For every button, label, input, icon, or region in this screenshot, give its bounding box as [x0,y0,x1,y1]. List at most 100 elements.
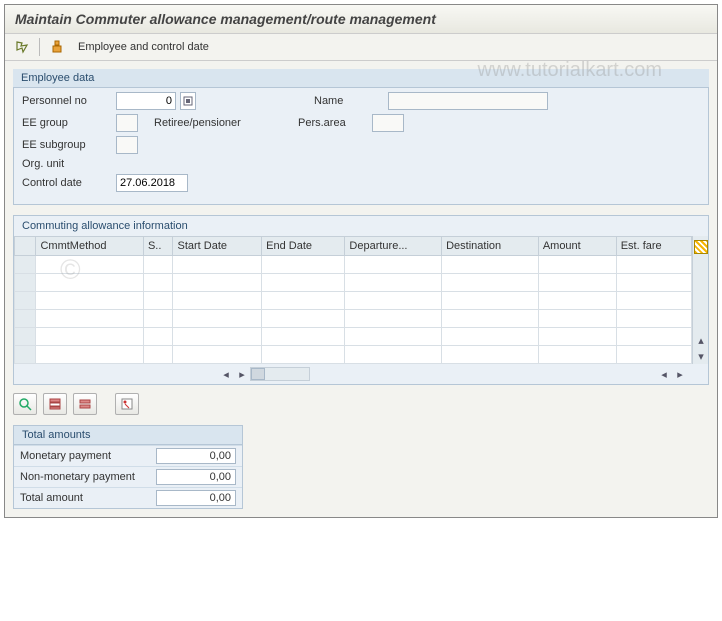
table-cell[interactable] [538,346,616,364]
col-cmmtmethod[interactable]: CmmtMethod [36,237,143,256]
table-cell[interactable] [36,256,143,274]
row-selector[interactable] [15,292,36,310]
col-s[interactable]: S.. [143,237,173,256]
table-cell[interactable] [36,274,143,292]
table-cell[interactable] [173,274,262,292]
nonmonetary-value: 0,00 [156,469,236,485]
hscroll-left2-icon[interactable]: ◂ [656,366,672,382]
table-cell[interactable] [173,328,262,346]
row-selector[interactable] [15,256,36,274]
table-cell[interactable] [262,310,345,328]
table-cell[interactable] [616,292,691,310]
control-date-input[interactable] [116,174,188,192]
table-cell[interactable] [442,256,539,274]
personnel-no-search-help[interactable] [180,92,196,110]
table-cell[interactable] [442,310,539,328]
table-cell[interactable] [143,274,173,292]
table-cell[interactable] [538,256,616,274]
table-cell[interactable] [538,274,616,292]
hscroll-track[interactable] [250,367,310,381]
col-enddate[interactable]: End Date [262,237,345,256]
row-selector[interactable] [15,346,36,364]
table-cell[interactable] [262,256,345,274]
table-cell[interactable] [345,274,442,292]
col-estfare[interactable]: Est. fare [616,237,691,256]
table-cell[interactable] [442,274,539,292]
table-cell[interactable] [538,310,616,328]
table-row[interactable] [15,328,692,346]
allowance-table-group: Commuting allowance information CmmtMeth… [13,215,709,385]
col-startdate[interactable]: Start Date [173,237,262,256]
allowance-table[interactable]: CmmtMethod S.. Start Date End Date Depar… [14,236,692,364]
table-cell[interactable] [143,346,173,364]
table-cell[interactable] [345,256,442,274]
table-row[interactable] [15,256,692,274]
insert-row-button[interactable] [43,393,67,415]
personnel-no-input[interactable] [116,92,176,110]
name-label: Name [314,95,384,107]
table-cell[interactable] [442,328,539,346]
table-cell[interactable] [262,292,345,310]
table-cell[interactable] [262,328,345,346]
ee-subgroup-label: EE subgroup [22,139,112,151]
table-cell[interactable] [143,256,173,274]
employee-data-group: Employee data Personnel no Name EE group… [13,69,709,205]
table-cell[interactable] [345,310,442,328]
table-cell[interactable] [345,292,442,310]
hscroll-left-icon[interactable]: ◂ [218,366,234,382]
hscroll-right2-icon[interactable]: ▸ [672,366,688,382]
table-row[interactable] [15,346,692,364]
table-cell[interactable] [538,292,616,310]
table-vertical-scrollbar[interactable]: ▴ ▾ [692,236,708,364]
delete-row-button[interactable] [73,393,97,415]
scroll-down-icon[interactable]: ▾ [693,348,709,364]
org-unit-label: Org. unit [22,158,112,170]
table-cell[interactable] [262,346,345,364]
table-cell[interactable] [173,256,262,274]
table-cell[interactable] [143,328,173,346]
row-selector[interactable] [15,310,36,328]
route-button[interactable] [115,393,139,415]
table-cell[interactable] [36,292,143,310]
table-cell[interactable] [36,310,143,328]
table-cell[interactable] [36,328,143,346]
table-cell[interactable] [616,346,691,364]
table-cell[interactable] [616,310,691,328]
table-cell[interactable] [538,328,616,346]
table-cell[interactable] [143,310,173,328]
table-settings-icon[interactable] [694,240,708,254]
table-cell[interactable] [616,274,691,292]
hscroll-right-icon[interactable]: ▸ [234,366,250,382]
table-cell[interactable] [442,292,539,310]
col-destination[interactable]: Destination [442,237,539,256]
table-cell[interactable] [36,346,143,364]
table-cell[interactable] [345,346,442,364]
table-row[interactable] [15,310,692,328]
table-cell[interactable] [173,310,262,328]
table-cell[interactable] [616,256,691,274]
table-cell[interactable] [616,328,691,346]
table-hscroll-left-group[interactable]: ◂ ▸ [218,366,310,382]
allowance-table-title: Commuting allowance information [14,216,708,236]
col-departure[interactable]: Departure... [345,237,442,256]
execute-icon[interactable] [13,38,31,56]
table-row[interactable] [15,292,692,310]
table-cell[interactable] [345,328,442,346]
row-selector[interactable] [15,328,36,346]
employee-control-date-button[interactable]: Employee and control date [74,39,213,55]
col-amount[interactable]: Amount [538,237,616,256]
scroll-up-icon[interactable]: ▴ [693,332,709,348]
ee-group-text: Retiree/pensioner [154,117,294,129]
table-cell[interactable] [143,292,173,310]
details-button[interactable] [13,393,37,415]
table-cell[interactable] [173,292,262,310]
row-selector-header[interactable] [15,237,36,256]
table-cell[interactable] [262,274,345,292]
table-cell[interactable] [442,346,539,364]
employee-icon[interactable] [48,38,66,56]
row-selector[interactable] [15,274,36,292]
table-row[interactable] [15,274,692,292]
table-cell[interactable] [173,346,262,364]
hscroll-thumb[interactable] [251,368,265,380]
table-hscroll-right-group[interactable]: ◂ ▸ [656,366,688,382]
